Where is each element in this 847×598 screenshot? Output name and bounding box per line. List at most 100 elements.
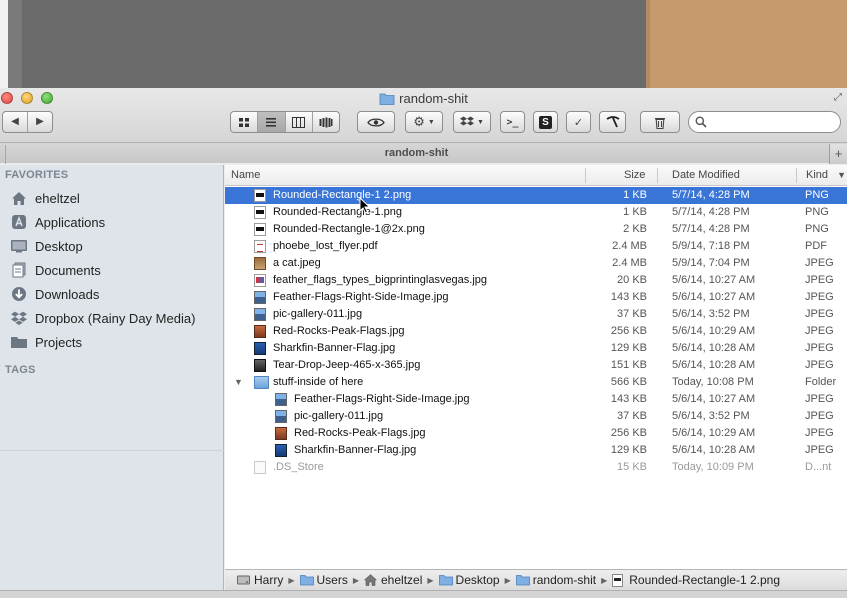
path-item[interactable]: eheltzel xyxy=(363,573,422,587)
file-name: Tear-Drop-Jeep-465-x-365.jpg xyxy=(273,359,421,371)
sidebar-item-desktop[interactable]: Desktop xyxy=(9,235,83,257)
png-file-icon xyxy=(254,189,266,202)
dropbox-menu-button[interactable]: ▼ xyxy=(453,111,491,133)
sidebar-item-label: Desktop xyxy=(35,238,83,254)
file-row[interactable]: Tear-Drop-Jeep-465-x-365.jpg 151 KB 5/6/14… xyxy=(225,357,847,374)
file-row[interactable]: pic-gallery-011.jpg 37 KB 5/6/14, 3:52 PM J… xyxy=(225,408,847,425)
file-size: 143 KB xyxy=(610,393,647,405)
chevron-down-icon: ▼ xyxy=(427,118,435,126)
open-in-editor-button[interactable]: ✓ xyxy=(566,111,591,133)
file-row[interactable]: Sharkfin-Banner-Flag.jpg 129 KB 5/6/14, 10… xyxy=(225,340,847,357)
window-title-text: random-shit xyxy=(399,91,468,106)
desktop-icon xyxy=(438,574,453,586)
file-date-modified: 5/6/14, 10:28 AM xyxy=(672,359,756,371)
file-row[interactable]: Red-Rocks-Peak-Flags.jpg 256 KB 5/6/14, 10… xyxy=(225,425,847,442)
git-tool-button[interactable] xyxy=(599,111,626,133)
file-row[interactable]: phoebe_lost_flyer.pdf 2.4 MB 5/9/14, 7:18 … xyxy=(225,238,847,255)
file-name: Feather-Flags-Right-Side-Image.jpg xyxy=(294,393,470,405)
search-input[interactable] xyxy=(711,114,836,130)
search-field[interactable] xyxy=(688,111,841,133)
file-name: a cat.jpeg xyxy=(273,257,321,269)
sidebar-item-downloads[interactable]: Downloads xyxy=(9,283,99,305)
chevron-down-icon[interactable]: ▼ xyxy=(837,165,846,186)
sublime-text-button[interactable]: S xyxy=(533,111,558,133)
desktop-background-right xyxy=(646,0,847,88)
hard-drive-icon xyxy=(237,574,250,586)
file-kind: JPEG xyxy=(805,291,834,303)
file-size: 1 KB xyxy=(623,206,647,218)
action-menu-button[interactable]: ⚙ ▼ xyxy=(405,111,443,133)
column-divider[interactable] xyxy=(585,168,586,183)
path-item[interactable]: Harry xyxy=(237,573,283,587)
file-date-modified: 5/6/14, 10:28 AM xyxy=(672,342,756,354)
back-button[interactable]: ◀ xyxy=(3,112,27,132)
file-row[interactable]: Feather-Flags-Right-Side-Image.jpg 143 KB… xyxy=(225,391,847,408)
file-kind: JPEG xyxy=(805,257,834,269)
file-name: .DS_Store xyxy=(273,461,324,473)
folder-icon xyxy=(9,334,29,350)
file-row[interactable]: Rounded-Rectangle-1.png 1 KB 5/7/14, 4:28 … xyxy=(225,204,847,221)
file-size: 256 KB xyxy=(610,427,647,439)
file-name: Red-Rocks-Peak-Flags.jpg xyxy=(273,325,405,337)
tab-random-shit[interactable]: random-shit xyxy=(0,143,833,164)
fullscreen-icon[interactable]: ⤢ xyxy=(834,93,844,103)
file-date-modified: 5/6/14, 10:29 AM xyxy=(672,325,756,337)
column-view-button[interactable] xyxy=(284,112,312,132)
sidebar-item-label: Downloads xyxy=(35,286,100,302)
disclosure-triangle-icon[interactable]: ▼ xyxy=(234,374,243,391)
file-row[interactable]: Feather-Flags-Right-Side-Image.jpg 143 KB… xyxy=(225,289,847,306)
file-name: Rounded-Rectangle-1@2x.png xyxy=(273,223,425,235)
column-divider[interactable] xyxy=(657,168,658,183)
path-bar: Harry ▶ Users ▶ eheltzel ▶ Desktop ▶ random-shit… xyxy=(225,569,847,590)
folder-row[interactable]: ▼ stuff-inside of here 566 KB Today, 10:08 … xyxy=(225,374,847,391)
coverflow-view-button[interactable] xyxy=(311,112,339,132)
file-row[interactable]: pic-gallery-011.jpg 37 KB 5/6/14, 3:52 PM J… xyxy=(225,306,847,323)
new-tab-button[interactable]: + xyxy=(829,144,847,164)
icon-view-button[interactable] xyxy=(231,112,257,132)
file-date-modified: 5/9/14, 7:04 PM xyxy=(672,257,750,269)
column-divider[interactable] xyxy=(796,168,797,183)
png-file-icon xyxy=(612,574,625,587)
path-item[interactable]: Users xyxy=(299,573,348,587)
path-item[interactable]: Desktop xyxy=(438,573,500,587)
sidebar-item-eheltzel[interactable]: eheltzel xyxy=(9,187,80,209)
column-size-header[interactable]: Size xyxy=(624,165,645,186)
file-date-modified: 5/6/14, 10:29 AM xyxy=(672,427,756,439)
desktop-background-edge xyxy=(646,0,650,88)
path-item[interactable]: random-shit xyxy=(515,573,596,587)
file-row[interactable]: Sharkfin-Banner-Flag.jpg 129 KB 5/6/14, 10… xyxy=(225,442,847,459)
sidebar-item-applications[interactable]: Applications xyxy=(9,211,105,233)
document-icon xyxy=(254,461,266,474)
terminal-button[interactable]: >_ xyxy=(500,111,525,133)
rocks-image-icon xyxy=(254,325,266,338)
forward-button[interactable]: ▶ xyxy=(27,112,52,132)
column-date-header[interactable]: Date Modified xyxy=(672,165,740,186)
file-row[interactable]: Rounded-Rectangle-1@2x.png 2 KB 5/7/14, 4:… xyxy=(225,221,847,238)
file-date-modified: Today, 10:08 PM xyxy=(672,376,754,388)
sidebar-item-dropbox[interactable]: Dropbox (Rainy Day Media) xyxy=(9,307,195,329)
path-item-label: Rounded-Rectangle-1 2.png xyxy=(629,573,781,587)
shark-image-icon xyxy=(254,342,266,355)
sidebar-item-documents[interactable]: Documents xyxy=(9,259,101,281)
quick-look-button[interactable] xyxy=(357,111,395,133)
home-icon xyxy=(9,190,29,206)
path-separator-icon: ▶ xyxy=(601,575,608,585)
view-mode-control xyxy=(230,111,340,133)
file-row[interactable]: Rounded-Rectangle-1 2.png 1 KB 5/7/14, 4:2… xyxy=(225,187,847,204)
file-size: 566 KB xyxy=(610,376,647,388)
file-kind: JPEG xyxy=(805,393,834,405)
dropbox-icon xyxy=(9,310,29,326)
column-kind-header[interactable]: Kind xyxy=(806,165,828,186)
sidebar-item-projects[interactable]: Projects xyxy=(9,331,82,353)
file-row[interactable]: Red-Rocks-Peak-Flags.jpg 256 KB 5/6/14, 10… xyxy=(225,323,847,340)
columns-icon xyxy=(292,116,306,128)
file-row[interactable]: feather_flags_types_bigprintinglasvegas.… xyxy=(225,272,847,289)
eye-icon xyxy=(367,117,385,127)
terminal-icon: >_ xyxy=(506,116,519,128)
delete-button[interactable] xyxy=(640,111,680,133)
column-name-header[interactable]: Name xyxy=(231,165,260,186)
file-row[interactable]: a cat.jpeg 2.4 MB 5/9/14, 7:04 PM JPEG xyxy=(225,255,847,272)
file-row[interactable]: .DS_Store 15 KB Today, 10:09 PM D...nt xyxy=(225,459,847,476)
path-item[interactable]: Rounded-Rectangle-1 2.png xyxy=(612,573,780,587)
list-view-button[interactable] xyxy=(257,112,285,132)
